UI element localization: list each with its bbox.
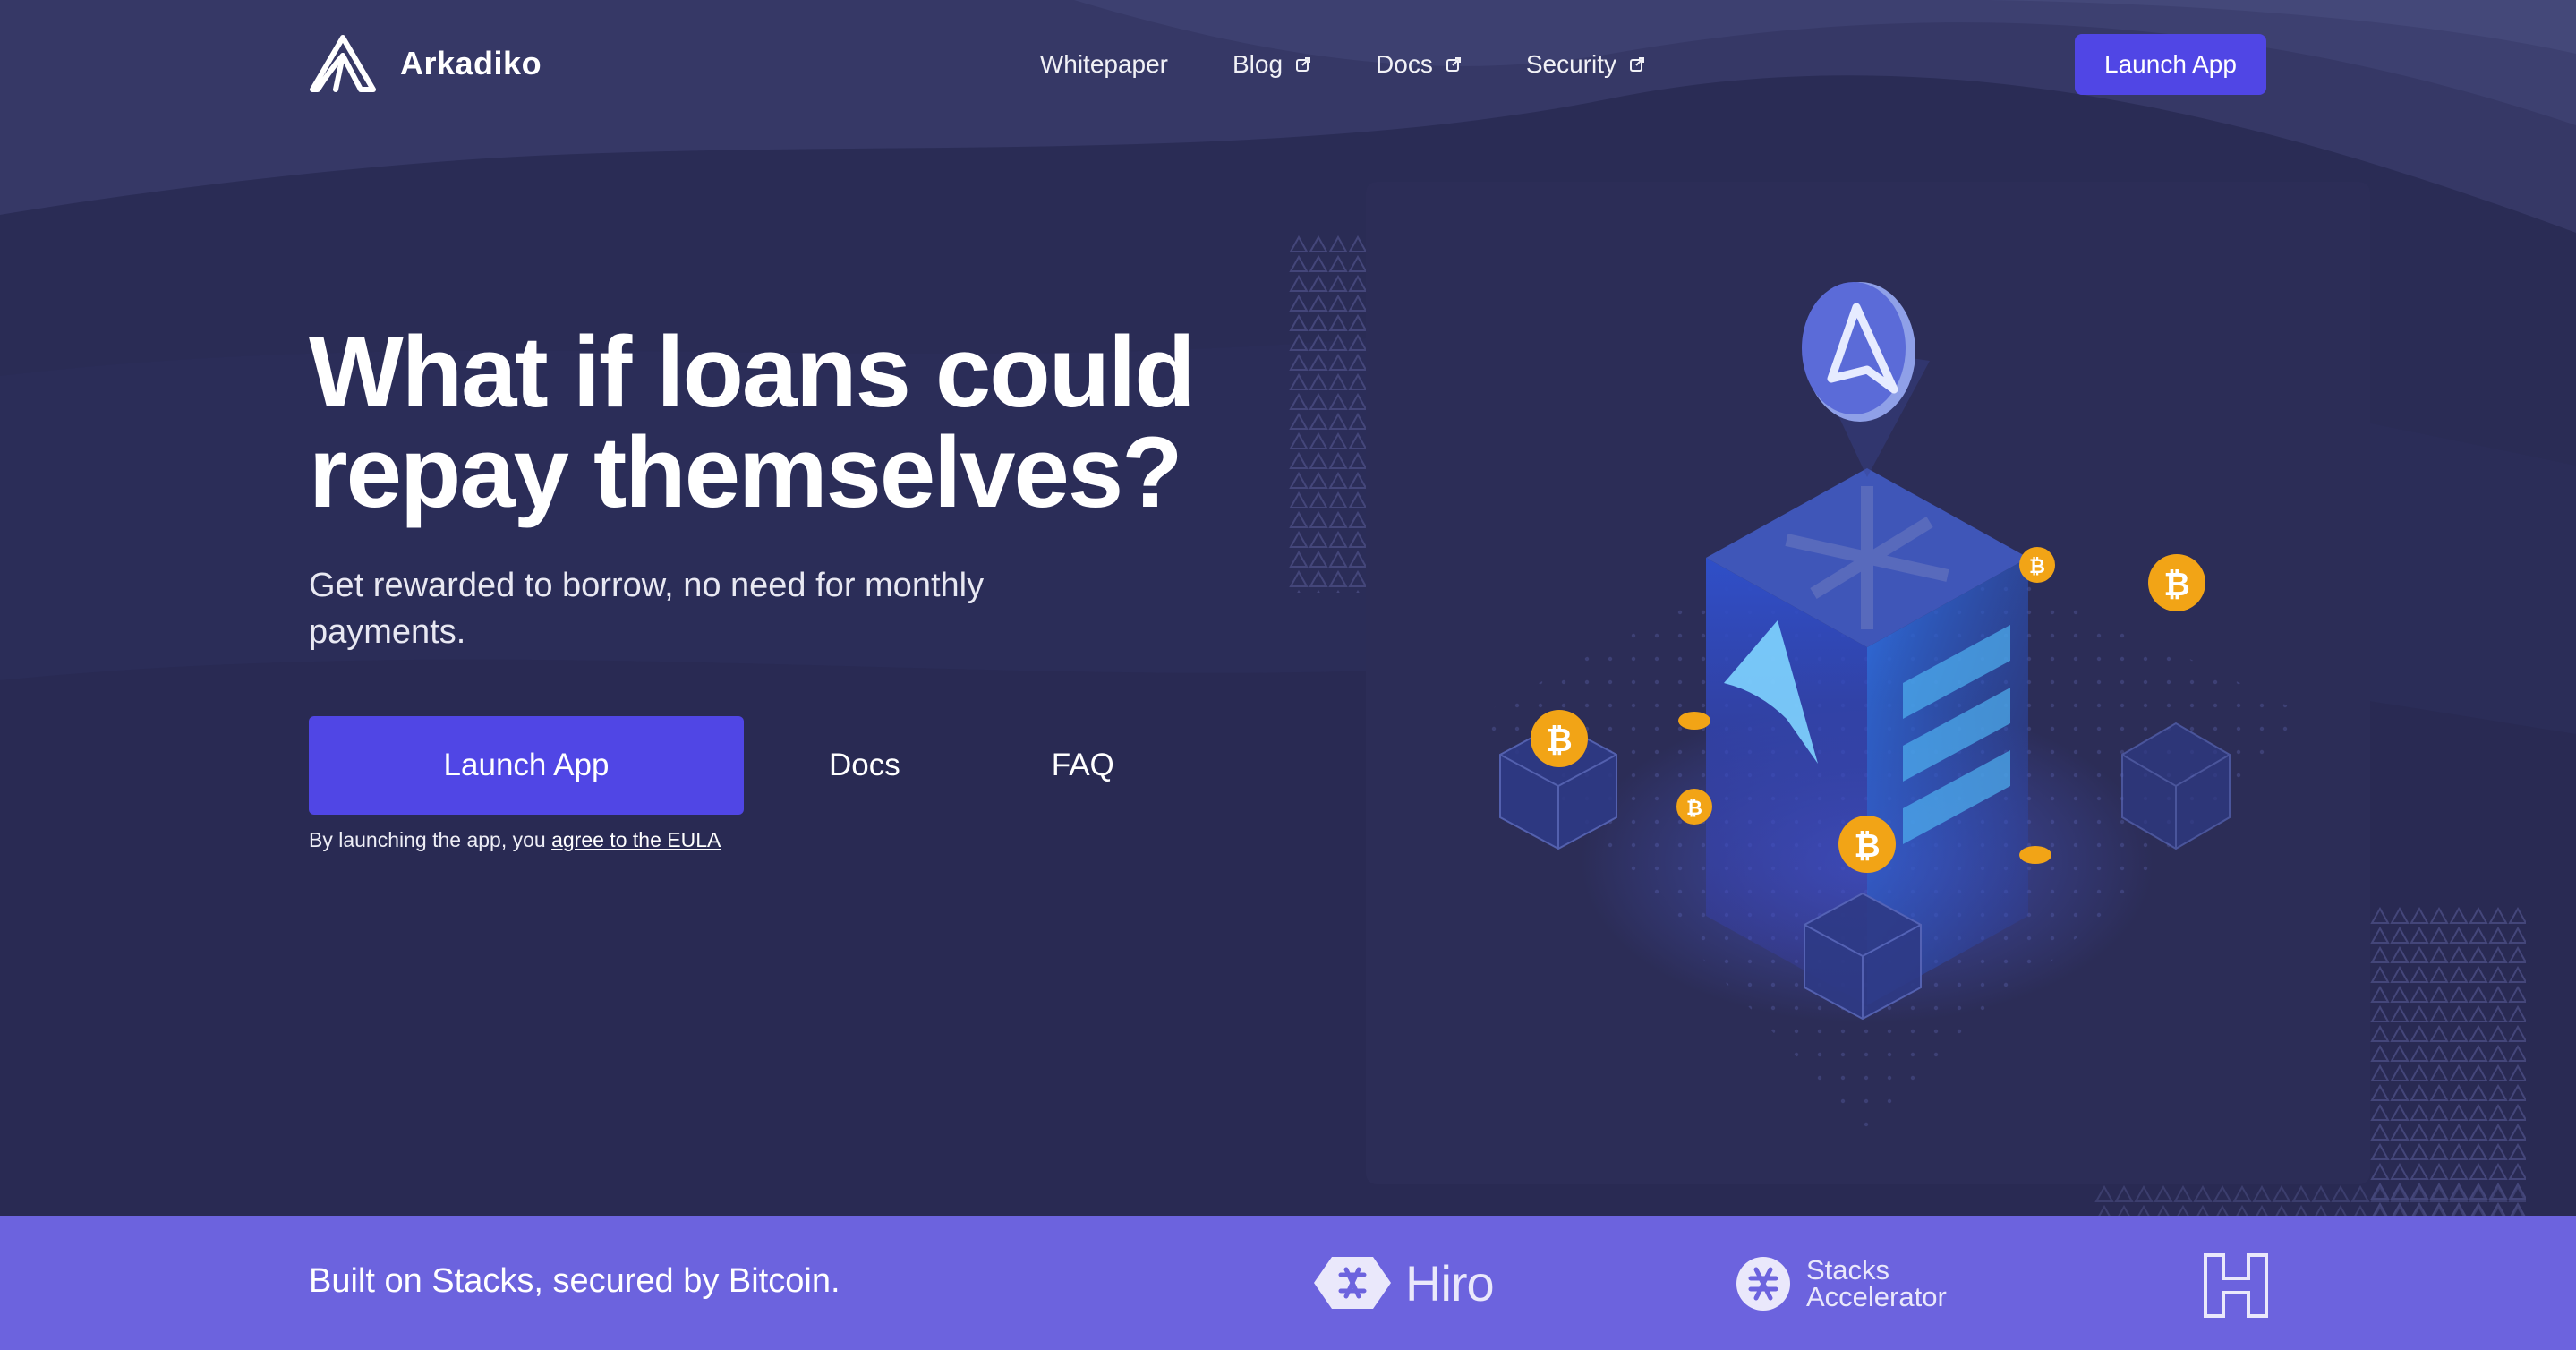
eula-prefix: By launching the app, you (309, 828, 552, 851)
nav-link-label: Security (1525, 50, 1616, 78)
hero-title: What if loans could repay themselves? (309, 322, 1204, 523)
h-logo-icon (2204, 1253, 2268, 1318)
nav-link-blog[interactable]: Blog (1233, 50, 1311, 79)
bitcoin-coin-icon: ₿ (1838, 816, 1896, 873)
external-link-icon (1296, 57, 1311, 72)
top-navigation: Arkadiko Whitepaper Blog Docs Security L… (0, 0, 2576, 125)
bitcoin-coin-icon: ₿ (1676, 789, 1712, 825)
hero-faq-link[interactable]: FAQ (1052, 748, 1114, 783)
nav-link-whitepaper[interactable]: Whitepaper (1040, 50, 1168, 79)
stacks-name-line-2: Accelerator (1806, 1281, 1947, 1312)
hiro-logo-icon (1314, 1257, 1391, 1309)
bitcoin-coin-icon: ₿ (1531, 710, 1588, 767)
hero-title-line-1: What if loans could (309, 316, 1196, 428)
triangle-pattern-right (2370, 906, 2526, 1216)
nav-link-security[interactable]: Security (1526, 50, 1645, 79)
hero-section: What if loans could repay themselves? Ge… (309, 322, 1204, 655)
stacks-accelerator-name: Stacks Accelerator (1806, 1256, 1947, 1312)
triangle-pattern-left (1289, 235, 1366, 593)
vault-illustration: ₿ ₿ ₿ ₿ ₿ (1473, 282, 2315, 1131)
strip-tagline: Built on Stacks, secured by Bitcoin. (309, 1262, 840, 1300)
nav-link-label: Whitepaper (1039, 50, 1168, 78)
external-link-icon (1630, 57, 1644, 72)
partner-h-logo[interactable] (2202, 1252, 2270, 1320)
svg-text:₿: ₿ (1854, 828, 1880, 865)
partner-hiro[interactable]: Hiro (1312, 1253, 1495, 1312)
bitcoin-coin-icon: ₿ (2019, 547, 2055, 583)
hero-title-line-2: repay themselves? (309, 416, 1183, 528)
stacks-logo-icon (1736, 1257, 1790, 1311)
hero-launch-app-button[interactable]: Launch App (309, 716, 744, 815)
nav-links: Whitepaper Blog Docs Security (976, 50, 1645, 79)
eula-link[interactable]: agree to the EULA (551, 828, 721, 851)
hero-subtitle: Get rewarded to borrow, no need for mont… (309, 567, 985, 651)
hero-illustration: ₿ ₿ ₿ ₿ ₿ (1366, 182, 2370, 1184)
nav-link-docs[interactable]: Docs (1376, 50, 1462, 79)
hero-docs-link[interactable]: Docs (829, 748, 900, 783)
arkadiko-logo-icon (310, 35, 376, 92)
bitcoin-coin-icon: ₿ (2148, 554, 2205, 611)
svg-text:₿: ₿ (1686, 798, 1702, 820)
nav-link-label: Blog (1233, 50, 1284, 78)
partner-stacks-accelerator[interactable]: Stacks Accelerator (1735, 1255, 1947, 1312)
brand-name: Arkadiko (400, 45, 542, 81)
svg-text:₿: ₿ (2163, 567, 2189, 603)
hero-actions: Launch App Docs FAQ (309, 716, 1114, 815)
svg-text:₿: ₿ (1546, 722, 1572, 759)
external-link-icon (1446, 57, 1461, 72)
nav-link-label: Docs (1376, 50, 1433, 78)
brand-logo[interactable]: Arkadiko (309, 34, 542, 93)
partners-strip: Built on Stacks, secured by Bitcoin. Hir… (0, 1216, 2576, 1350)
eula-notice: By launching the app, you agree to the E… (309, 828, 721, 852)
hiro-name: Hiro (1405, 1254, 1495, 1312)
svg-text:₿: ₿ (2029, 556, 2045, 578)
nav-launch-app-button[interactable]: Launch App (2075, 34, 2266, 95)
